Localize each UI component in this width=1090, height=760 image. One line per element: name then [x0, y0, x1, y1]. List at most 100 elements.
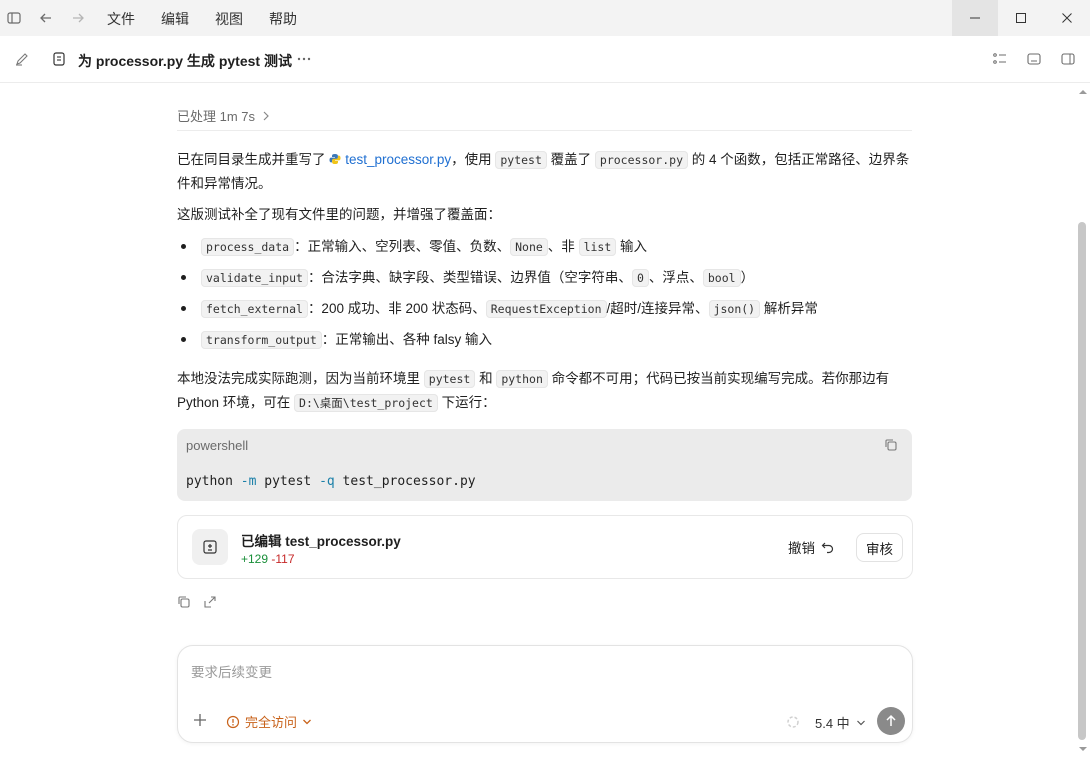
minimize-button[interactable]	[952, 0, 998, 36]
add-attachment-icon[interactable]	[192, 712, 208, 728]
document-icon	[51, 51, 67, 67]
page-title: 为 processor.py 生成 pytest 测试	[78, 53, 292, 69]
sidebar-toggle-icon[interactable]	[4, 8, 24, 28]
code-line: python -m pytest -q test_processor.py	[186, 474, 476, 489]
python-file-icon	[329, 154, 341, 164]
more-options-icon[interactable]	[296, 51, 312, 67]
file-link[interactable]: test_processor.py	[345, 152, 451, 167]
text: 覆盖了	[546, 152, 595, 167]
chevron-right-icon	[263, 111, 269, 120]
text: 输入	[616, 239, 648, 254]
list-item: process_data ：正常输入、空列表、零值、负数、 None 、非 list …	[177, 235, 912, 266]
undo-button[interactable]: 撤销	[788, 537, 835, 557]
text: ，使用	[451, 152, 496, 167]
close-button[interactable]	[1044, 0, 1090, 36]
menu-view[interactable]: 视图	[215, 9, 243, 29]
processed-label: 已处理 1m 7s	[177, 109, 256, 124]
text: 、非	[547, 239, 579, 254]
edit-summary-card: 已编辑 test_processor.py +129 -117 撤销 审核	[177, 515, 913, 579]
message-paragraph-3: 本地没法完成实际跑测，因为当前环境里 pytest 和 python 命令都不可…	[177, 367, 912, 415]
inline-code: processor.py	[594, 151, 688, 169]
undo-label: 撤销	[788, 541, 815, 556]
access-mode-dropdown[interactable]: 完全访问	[226, 712, 312, 731]
menu-edit[interactable]: 编辑	[161, 9, 189, 29]
text: ）	[740, 270, 755, 285]
copy-icon[interactable]	[177, 595, 191, 609]
text: 本地没法完成实际跑测，因为当前环境里	[177, 371, 424, 386]
processed-toggle[interactable]: 已处理 1m 7s	[177, 106, 271, 125]
lines-removed: -117	[271, 552, 295, 566]
forward-arrow-icon[interactable]	[68, 8, 88, 28]
menu-file[interactable]: 文件	[107, 9, 135, 29]
warning-icon	[226, 715, 240, 728]
maximize-button[interactable]	[998, 0, 1044, 36]
menu-help[interactable]: 帮助	[269, 9, 297, 29]
scroll-down-icon[interactable]	[1078, 745, 1088, 753]
inline-code: validate_input	[201, 269, 308, 287]
code-language-label: powershell	[186, 438, 249, 453]
task-list-icon[interactable]	[989, 48, 1011, 70]
inline-code: python	[496, 370, 548, 388]
text: 下运行：	[437, 395, 496, 410]
message-actions	[177, 595, 217, 609]
text: ：正常输入、空列表、零值、负数、	[294, 239, 511, 254]
coverage-list: process_data ：正常输入、空列表、零值、负数、 None 、非 list …	[177, 235, 912, 359]
inline-code: list	[578, 238, 617, 256]
access-label: 完全访问	[245, 715, 298, 730]
composer: 要求后续变更 完全访问 5.4 中	[177, 645, 913, 743]
conversation-header: 为 processor.py 生成 pytest 测试	[0, 36, 1090, 83]
inline-code: process_data	[201, 238, 295, 256]
code-block: powershell python -m pytest -q test_proc…	[177, 429, 912, 501]
model-label: 5.4 中	[815, 716, 850, 731]
code-token: pytest	[256, 474, 320, 489]
diff-icon	[192, 529, 228, 565]
scrollbar-thumb[interactable]	[1078, 222, 1086, 740]
text: /超时/连接异常、	[606, 301, 709, 316]
inline-code: transform_output	[201, 331, 322, 349]
message-paragraph-1: 已在同目录生成并重写了 test_processor.py，使用 pytest …	[177, 148, 912, 195]
undo-icon	[821, 542, 834, 554]
title-bar: 文件 编辑 视图 帮助	[0, 0, 1090, 36]
inline-code: bool	[702, 269, 741, 287]
scroll-up-icon[interactable]	[1078, 88, 1088, 96]
side-panel-icon[interactable]	[1057, 48, 1079, 70]
arrow-up-icon	[886, 714, 896, 726]
inline-code: json()	[708, 300, 761, 318]
back-arrow-icon[interactable]	[36, 8, 56, 28]
terminal-panel-icon[interactable]	[1023, 48, 1045, 70]
loading-spinner-icon	[787, 716, 799, 728]
model-selector[interactable]: 5.4 中	[815, 713, 866, 732]
copy-icon[interactable]	[884, 438, 900, 454]
message-paragraph-2: 这版测试补全了现有文件里的问题，并增强了覆盖面：	[177, 207, 501, 222]
list-item: transform_output ：正常输出、各种 falsy 输入	[177, 328, 912, 359]
inline-code: RequestException	[485, 300, 607, 318]
inline-code: D:\桌面\test_project	[294, 394, 438, 412]
text: ：合法字典、缺字段、类型错误、边界值（空字符串、	[307, 270, 632, 285]
text: ：200 成功、非 200 状态码、	[307, 301, 486, 316]
list-item: fetch_external ：200 成功、非 200 状态码、 RequestE…	[177, 297, 912, 328]
divider	[177, 130, 912, 131]
edit-title: 已编辑 test_processor.py	[241, 534, 401, 549]
chevron-down-icon	[303, 719, 311, 724]
text: ：正常输出、各种 falsy 输入	[321, 332, 493, 347]
code-token: test_processor.py	[334, 474, 476, 489]
send-button[interactable]	[877, 707, 905, 735]
inline-code: pytest	[495, 151, 547, 169]
diff-stats: +129 -117	[241, 552, 295, 566]
text: 、浮点、	[648, 270, 703, 285]
inline-code: 0	[631, 269, 649, 287]
list-item: validate_input ：合法字典、缺字段、类型错误、边界值（空字符串、 0、…	[177, 266, 912, 297]
inline-code: fetch_external	[201, 300, 308, 318]
chevron-down-icon	[856, 720, 865, 725]
lines-added: +129	[241, 552, 269, 566]
code-token: python	[186, 474, 241, 489]
review-button[interactable]: 审核	[856, 533, 903, 562]
text: 解析异常	[760, 301, 818, 316]
code-flag: -m	[240, 474, 257, 489]
new-chat-icon[interactable]	[14, 51, 30, 67]
code-flag: -q	[319, 474, 335, 489]
text: 已在同目录生成并重写了	[177, 152, 330, 167]
follow-up-input[interactable]: 要求后续变更	[191, 661, 272, 681]
share-icon[interactable]	[203, 595, 217, 609]
inline-code: pytest	[423, 370, 476, 388]
